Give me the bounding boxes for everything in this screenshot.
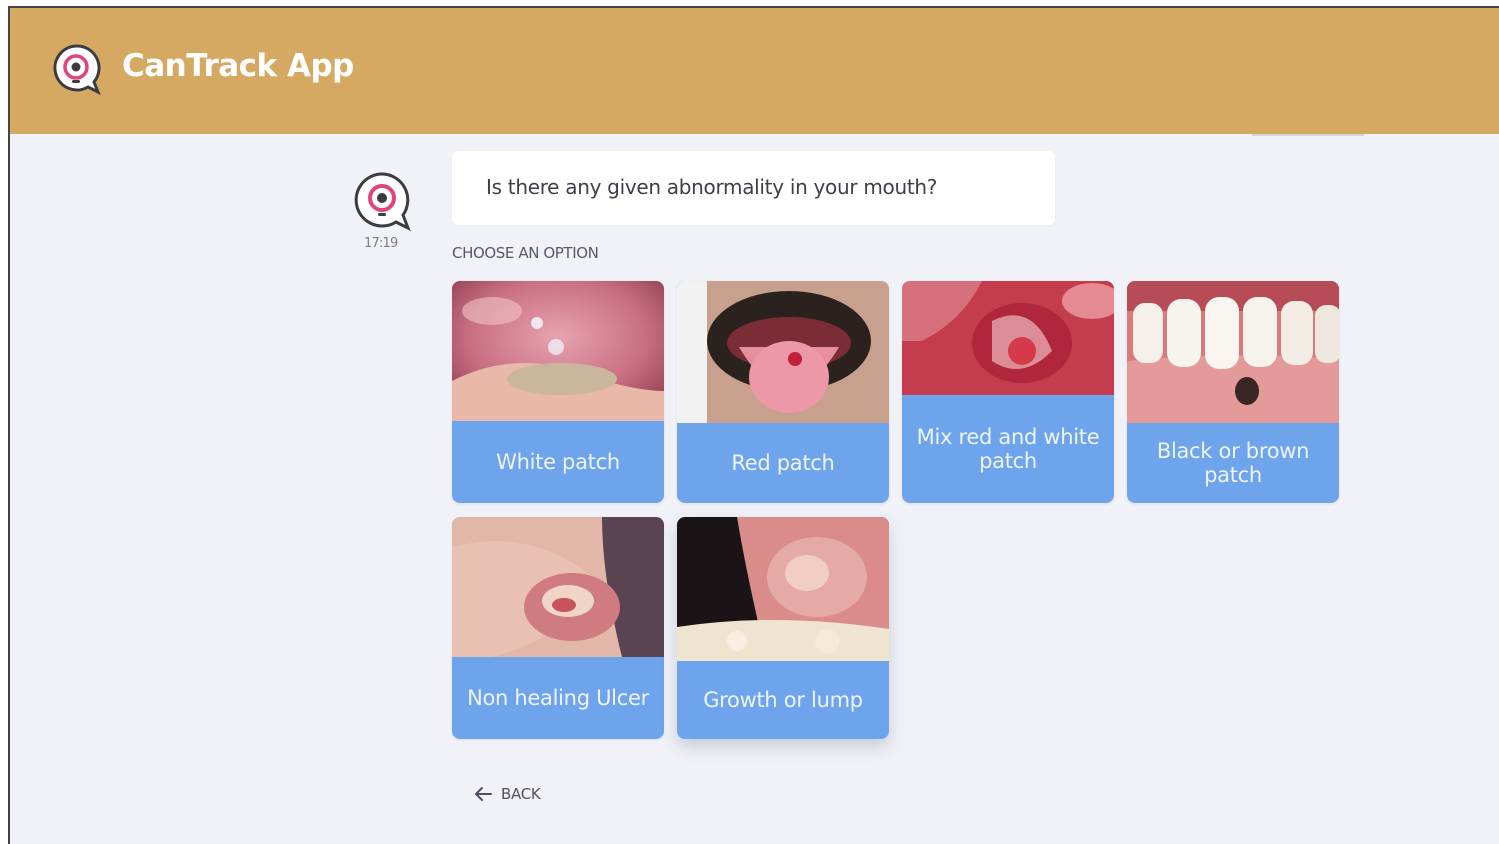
header-divider [1252,134,1364,136]
choose-option-heading: CHOOSE AN OPTION [452,244,599,262]
mix-patch-photo [902,281,1114,395]
option-card-white-patch[interactable]: White patch [452,281,664,503]
bot-message-bubble: Is there any given abnormality in your m… [452,151,1055,225]
app-header: CanTrack App [10,8,1499,134]
message-timestamp: 17:19 [364,236,398,251]
back-button[interactable]: BACK [473,785,541,803]
option-label: Non healing Ulcer [467,686,649,710]
ulcer-photo [452,517,664,657]
option-label: Red patch [731,451,835,475]
arrow-left-icon [475,787,492,801]
app-window: CanTrack App 17:19 Is there any given ab… [8,6,1499,844]
app-logo-icon [53,44,101,96]
red-patch-photo [677,281,889,423]
back-label: BACK [501,785,541,803]
white-patch-photo [452,281,664,421]
option-card-mix-patch[interactable]: Mix red and white patch [902,281,1114,503]
option-label: White patch [496,450,620,474]
option-label: Mix red and white patch [916,425,1100,473]
option-card-black-brown-patch[interactable]: Black or brown patch [1127,281,1339,503]
option-card-red-patch[interactable]: Red patch [677,281,889,503]
option-card-growth-lump[interactable]: Growth or lump [677,517,889,739]
bot-message-text: Is there any given abnormality in your m… [486,175,938,199]
option-label: Black or brown patch [1156,439,1310,487]
black-brown-patch-photo [1127,281,1339,423]
app-title: CanTrack App [122,48,354,84]
option-label: Growth or lump [703,688,863,712]
option-card-non-healing-ulcer[interactable]: Non healing Ulcer [452,517,664,739]
growth-lump-photo [677,517,889,661]
bot-avatar-icon [354,172,411,232]
